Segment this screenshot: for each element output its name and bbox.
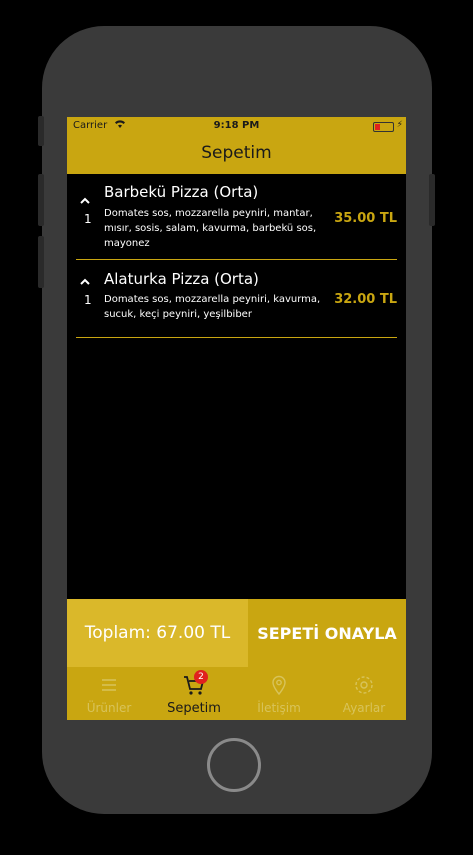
cart-item[interactable]: 1 Barbekü Pizza (Orta) Domates sos, mozz… [76, 180, 397, 260]
volume-up-button [38, 174, 44, 226]
home-button[interactable] [207, 738, 261, 792]
power-button [429, 174, 435, 226]
page-title: Sepetim [201, 143, 272, 163]
menu-icon [102, 679, 116, 691]
clock: 9:18 PM [213, 120, 260, 131]
tab-label: İletişim [257, 701, 301, 715]
tab-contact[interactable]: İletişim [237, 667, 321, 720]
item-name: Alaturka Pizza (Orta) [104, 270, 259, 288]
app-screen: Carrier 9:18 PM ⚡ Sepetim 1 Barbekü Pizz… [67, 117, 406, 720]
volume-down-button [38, 236, 44, 288]
tab-settings[interactable]: Ayarlar [322, 667, 406, 720]
item-quantity: 1 [84, 293, 92, 307]
location-icon [272, 675, 286, 696]
chevron-up-icon[interactable] [80, 277, 90, 287]
gear-icon [355, 676, 373, 694]
mute-switch [38, 116, 44, 146]
tab-products[interactable]: Ürünler [67, 667, 151, 720]
item-description: Domates sos, mozzarella peyniri, kavurma… [104, 294, 321, 320]
tab-label: Ayarlar [342, 701, 386, 715]
cart-count-badge: 2 [194, 670, 208, 684]
item-quantity: 1 [84, 212, 92, 226]
item-price: 32.00 TL [334, 292, 397, 307]
checkout-bar: Toplam: 67.00 TL SEPETİ ONAYLA [67, 599, 406, 667]
navigation-header: Carrier 9:18 PM ⚡ Sepetim [67, 117, 406, 174]
confirm-cart-button[interactable]: SEPETİ ONAYLA [248, 599, 406, 667]
item-price: 35.00 TL [334, 211, 397, 226]
cart-total: Toplam: 67.00 TL [67, 599, 248, 667]
tab-label: Sepetim [167, 701, 221, 716]
cart-item[interactable]: 1 Alaturka Pizza (Orta) Domates sos, moz… [76, 260, 397, 338]
status-bar: Carrier 9:18 PM ⚡ [67, 120, 406, 134]
item-description: Domates sos, mozzarella peyniri, mantar,… [104, 208, 317, 249]
charging-icon: ⚡ [396, 120, 403, 130]
tab-bar: Ürünler 2 Sepetim İletişim Ayarlar [67, 667, 406, 720]
tab-label: Ürünler [86, 701, 132, 715]
battery-icon [373, 122, 394, 132]
item-name: Barbekü Pizza (Orta) [104, 183, 259, 201]
chevron-up-icon[interactable] [80, 196, 90, 206]
tab-cart[interactable]: 2 Sepetim [152, 667, 236, 720]
